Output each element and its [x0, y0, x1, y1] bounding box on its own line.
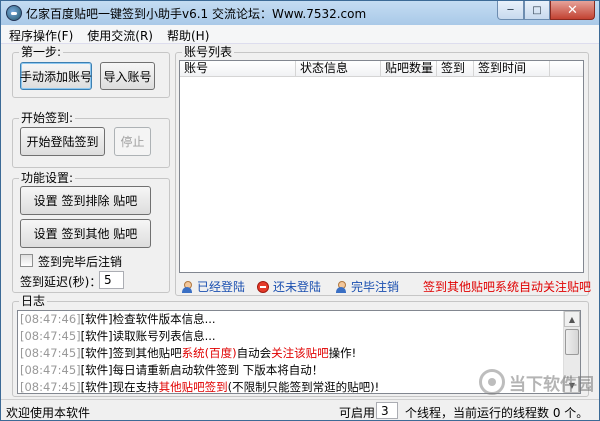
window-controls: ─ □ ✕: [497, 1, 595, 20]
logout-after-label: 签到完毕后注销: [38, 255, 123, 269]
close-button[interactable]: ✕: [550, 1, 595, 20]
user-icon: [181, 280, 193, 293]
log-text: 系统(百度): [181, 346, 237, 360]
minimize-button[interactable]: ─: [497, 1, 524, 20]
log-text: [软件]检查软件版本信息...: [80, 312, 216, 326]
delay-label: 签到延迟(秒)：: [20, 275, 102, 289]
exclude-forums-button[interactable]: 设置 签到排除 贴吧: [20, 186, 151, 215]
app-window: 亿家百度贴吧一键签到小助手v6.1 交流论坛：Www.7532.com ─ □ …: [0, 0, 600, 421]
features-label: 功能设置:: [19, 171, 76, 185]
log-text: [软件]签到其他贴吧: [80, 346, 182, 360]
log-timestamp: [08:47:45]: [20, 363, 81, 377]
account-list-header: 账号 状态信息 贴吧数量 签到 签到时间: [180, 61, 583, 77]
col-forum-count[interactable]: 贴吧数量: [381, 61, 437, 76]
log-scrollbar[interactable]: ▲ ▼: [563, 311, 580, 393]
log-line: [08:47:45][软件]签到其他贴吧系统(百度)自动会关注该贴吧操作!: [18, 345, 580, 362]
log-text: (不限制只能签到常逛的贴吧)!: [227, 380, 380, 394]
menu-community[interactable]: 使用交流(R): [79, 25, 159, 43]
follow-forum-notice-link[interactable]: 签到其他贴吧系统自动关注贴吧: [423, 278, 591, 295]
start-signin-label: 开始签到:: [19, 111, 76, 125]
log-line: [08:47:46][软件]检查软件版本信息...: [18, 311, 580, 328]
status-enable-label: 可启用: [339, 406, 376, 420]
col-signin[interactable]: 签到: [437, 61, 474, 76]
log-timestamp: [08:47:45]: [20, 380, 81, 394]
legend-logged-in-label: 已经登陆: [197, 280, 246, 294]
log-line: [08:47:45][软件]每日请重新启动软件签到 下版本将自动！: [18, 362, 580, 379]
log-text: 操作!: [328, 346, 357, 360]
scroll-up-icon[interactable]: ▲: [564, 311, 580, 327]
window-title: 亿家百度贴吧一键签到小助手v6.1 交流论坛：Www.7532.com: [26, 7, 367, 21]
other-forums-button[interactable]: 设置 签到其他 贴吧: [20, 219, 151, 248]
status-bar: 欢迎使用本软件 可启用 3 个线程，当前运行的线程数 0 个。: [1, 399, 599, 420]
log-text: 其他贴吧签到: [158, 380, 228, 394]
legend-done: 完毕注销: [335, 278, 399, 295]
user-done-icon: [335, 280, 347, 293]
legend-not-logged-label: 还未登陆: [273, 280, 322, 294]
thread-count-input[interactable]: 3: [376, 402, 398, 419]
title-bar[interactable]: 亿家百度贴吧一键签到小助手v6.1 交流论坛：Www.7532.com ─ □ …: [1, 1, 599, 25]
log-timestamp: [08:47:45]: [20, 346, 81, 360]
logout-after-checkbox[interactable]: [20, 254, 33, 267]
account-list[interactable]: 账号 状态信息 贴吧数量 签到 签到时间: [179, 60, 584, 273]
menu-help[interactable]: 帮助(H): [159, 25, 215, 43]
log-text: [软件]现在支持: [80, 380, 159, 394]
start-signin-button[interactable]: 开始登陆签到: [20, 127, 105, 156]
delay-input[interactable]: 5: [99, 271, 124, 289]
log-text: 关注该贴吧: [271, 346, 329, 360]
maximize-button[interactable]: □: [524, 1, 550, 20]
log-line: [08:47:45][软件]读取账号列表信息...: [18, 328, 580, 345]
legend-done-label: 完毕注销: [351, 280, 400, 294]
status-welcome: 欢迎使用本软件: [6, 406, 91, 420]
step1-label: 第一步:: [19, 45, 64, 59]
app-logo-icon: [6, 5, 22, 21]
log-text: [软件]读取账号列表信息...: [80, 329, 216, 343]
scroll-down-icon[interactable]: ▼: [564, 377, 580, 393]
col-signin-time[interactable]: 签到时间: [474, 61, 550, 76]
log-text: 自动会: [236, 346, 272, 360]
col-account[interactable]: 账号: [180, 61, 296, 76]
import-account-button[interactable]: 导入账号: [100, 62, 155, 90]
log-label: 日志: [19, 294, 48, 308]
manual-add-account-button[interactable]: 手动添加账号: [20, 62, 92, 90]
menu-program[interactable]: 程序操作(F): [1, 25, 79, 43]
not-logged-icon: [257, 280, 269, 293]
accounts-label: 账号列表: [182, 45, 235, 59]
status-running-label: 个线程，当前运行的线程数 0 个。: [405, 406, 589, 420]
legend-logged-in: 已经登陆: [181, 278, 245, 295]
col-status[interactable]: 状态信息: [296, 61, 381, 76]
log-timestamp: [08:47:45]: [20, 329, 81, 343]
log-lines: [08:47:46][软件]检查软件版本信息... [08:47:45][软件]读…: [18, 311, 580, 394]
log-text: [软件]每日请重新启动软件签到 下版本将自动！: [80, 363, 324, 377]
log-line: [08:47:45][软件]现在支持其他贴吧签到(不限制只能签到常逛的贴吧)!: [18, 379, 580, 394]
menu-bar: 程序操作(F) 使用交流(R) 帮助(H): [1, 25, 599, 44]
stop-button[interactable]: 停止: [114, 127, 151, 156]
legend-not-logged: 还未登陆: [257, 278, 321, 295]
log-box[interactable]: [08:47:46][软件]检查软件版本信息... [08:47:45][软件]读…: [17, 310, 581, 394]
scroll-thumb[interactable]: [565, 329, 579, 355]
log-timestamp: [08:47:46]: [20, 312, 81, 326]
